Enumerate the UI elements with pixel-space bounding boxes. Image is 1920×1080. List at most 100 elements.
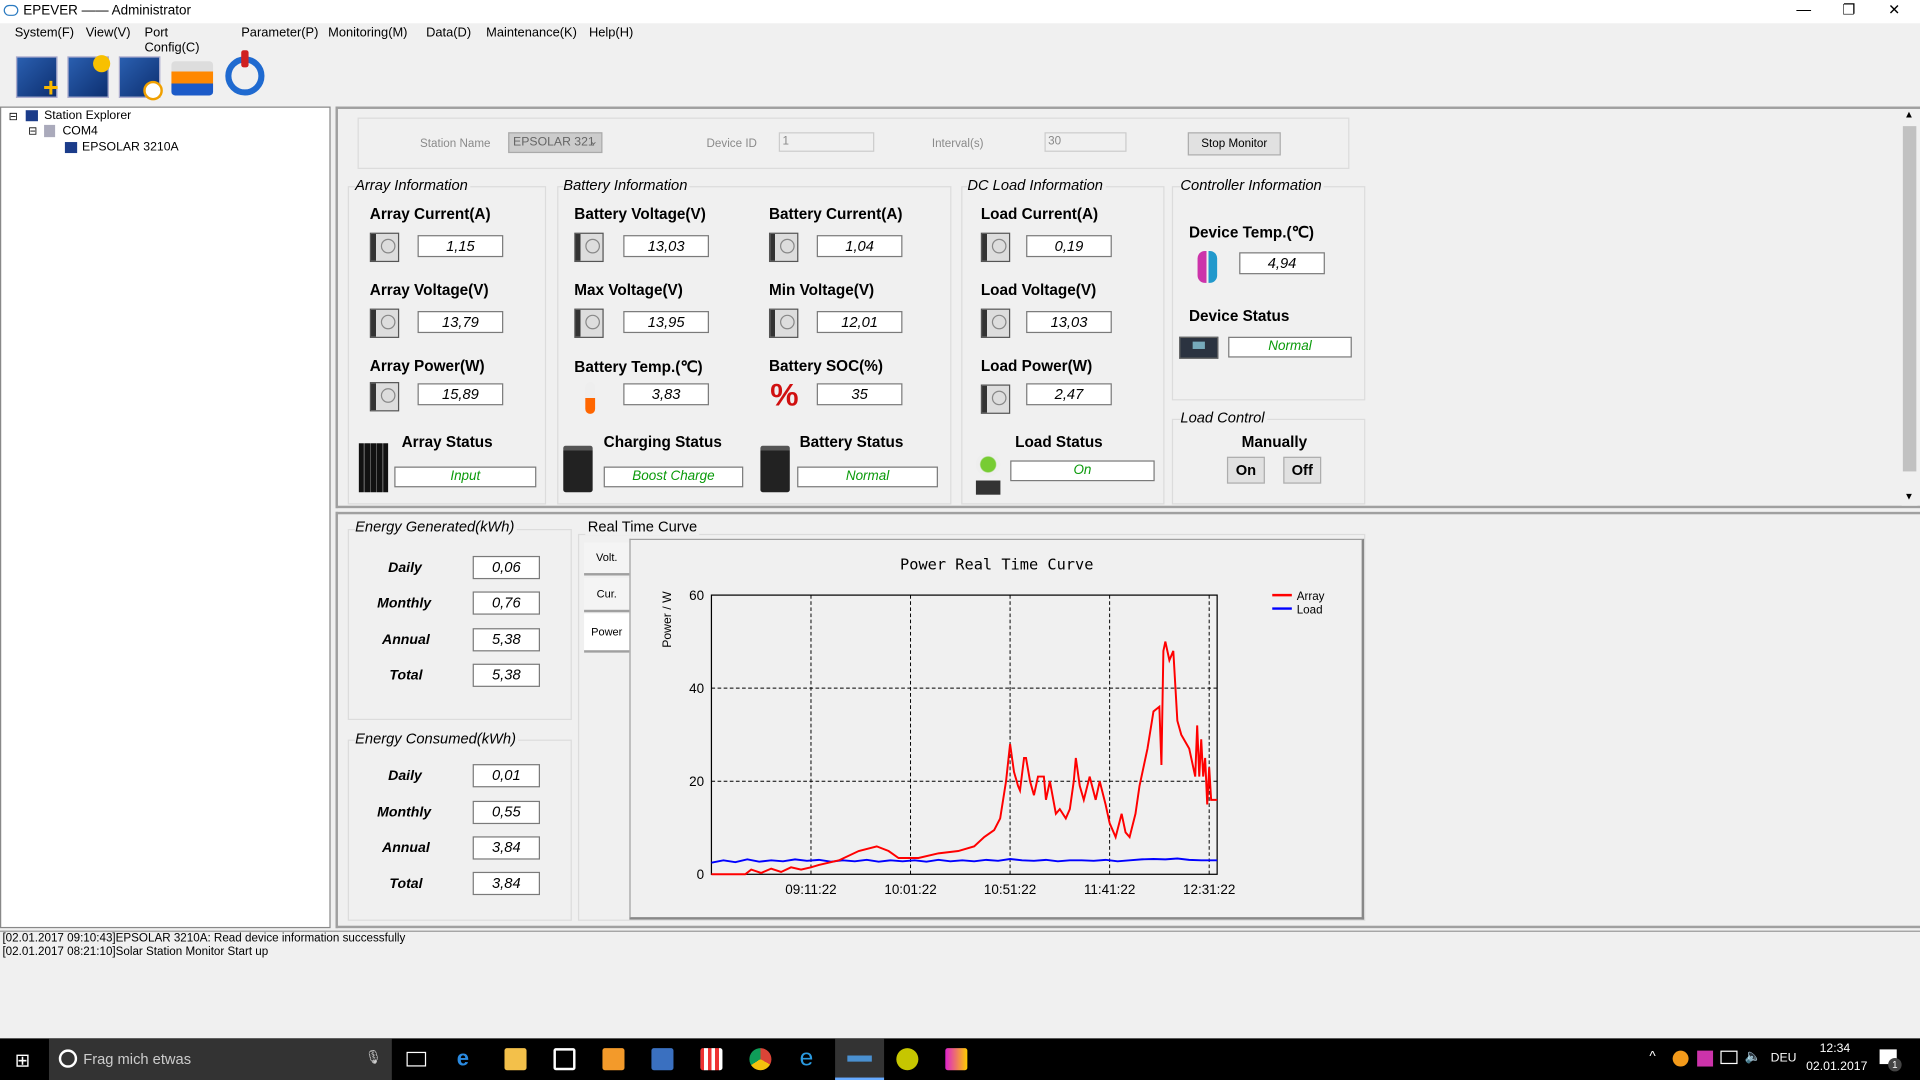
port-icon <box>44 124 56 138</box>
device-id-input[interactable]: 1 <box>778 132 875 152</box>
app-icon[interactable] <box>896 1048 919 1071</box>
con-daily-value: 0,01 <box>472 764 541 788</box>
station-explorer-tree: ⊟ Station Explorer ⊟ COM4 EPSOLAR 3210A <box>0 106 331 929</box>
battery-info-title: Battery Information <box>563 176 690 194</box>
con-monthly-value: 0,55 <box>472 800 541 825</box>
load-power-value: 2,47 <box>1026 383 1112 406</box>
battery-temp-label: Battery Temp.(℃) <box>574 358 703 376</box>
station-name-select[interactable]: EPSOLAR 321 ⌄ <box>508 132 603 154</box>
station-name-value: EPSOLAR 321 <box>513 135 595 150</box>
array-power-value: 15,89 <box>417 383 504 406</box>
collapse-com-icon[interactable]: ⊟ <box>28 125 37 138</box>
scroll-thumb[interactable] <box>1902 126 1917 472</box>
store-icon[interactable] <box>553 1048 576 1071</box>
print-icon[interactable] <box>171 61 214 96</box>
network-icon[interactable] <box>1720 1050 1738 1065</box>
light-bulb-icon <box>975 448 1001 495</box>
tab-current[interactable]: Cur. <box>584 577 630 613</box>
percent-icon: % <box>770 375 799 413</box>
tree-node-device[interactable]: EPSOLAR 3210A <box>82 141 179 154</box>
microphone-icon[interactable]: 🎙 <box>365 1049 382 1066</box>
load-on-button[interactable]: On <box>1226 456 1265 484</box>
tab-voltage[interactable]: Volt. <box>584 542 630 576</box>
device-icon <box>64 142 78 154</box>
stop-monitor-button[interactable]: Stop Monitor <box>1187 132 1281 156</box>
interval-label: Interval(s) <box>931 137 984 151</box>
y-tick-label: 40 <box>689 681 704 696</box>
load-current-label: Load Current(A) <box>980 205 1099 223</box>
volume-icon[interactable]: 🔈 <box>1745 1048 1762 1064</box>
energy-consumed-title: Energy Consumed(kWh) <box>355 729 519 747</box>
array-status-value: Input <box>394 466 537 488</box>
clock-time[interactable]: 12:34 <box>1820 1042 1851 1055</box>
menu-data[interactable]: Data(D) <box>426 26 471 41</box>
wattmeter-icon <box>980 384 1011 414</box>
media-app-icon[interactable] <box>651 1048 674 1071</box>
calendar-app-icon[interactable] <box>700 1048 723 1071</box>
power-icon[interactable] <box>225 50 265 96</box>
add-station-icon[interactable]: + <box>15 56 59 101</box>
con-total-label: Total <box>389 876 423 892</box>
scroll-up-icon[interactable]: ▲ <box>1904 109 1914 120</box>
array-voltage-value: 13,79 <box>417 311 504 334</box>
chrome-icon[interactable] <box>749 1048 772 1071</box>
app-logo-icon <box>3 4 19 16</box>
restore-button[interactable]: ❐ <box>1831 1 1868 18</box>
solar-monitor-icon[interactable] <box>67 55 111 98</box>
tree-node-station-explorer[interactable]: Station Explorer <box>44 109 131 122</box>
menu-system[interactable]: System(F) <box>15 26 74 41</box>
controller-info-title: Controller Information <box>1180 176 1325 194</box>
telekom-icon[interactable] <box>1697 1050 1714 1067</box>
show-hidden-icons[interactable]: ^ <box>1649 1049 1655 1064</box>
menu-view[interactable]: View(V) <box>86 26 131 41</box>
language-indicator[interactable]: DEU <box>1771 1052 1797 1065</box>
battery-current-value: 1,04 <box>816 235 903 258</box>
task-view-icon[interactable] <box>406 1051 427 1067</box>
scrollbar[interactable]: ▲ ▼ <box>1901 108 1918 506</box>
x-tick-label: 10:01:22 <box>884 882 936 897</box>
schedule-icon[interactable] <box>118 56 163 101</box>
energy-generated-title: Energy Generated(kWh) <box>355 517 517 536</box>
ammeter-icon <box>980 232 1011 263</box>
load-control-mode-label: Manually <box>1241 433 1308 451</box>
tab-power[interactable]: Power <box>584 613 630 653</box>
log-entry: [02.01.2017 08:21:10]Solar Station Monit… <box>2 945 269 959</box>
charging-status-value: Boost Charge <box>603 466 744 488</box>
notification-count: 1 <box>1888 1057 1902 1072</box>
fix-app-icon[interactable] <box>945 1048 968 1071</box>
menu-parameter[interactable]: Parameter(P) <box>241 26 318 41</box>
file-explorer-icon[interactable] <box>504 1048 527 1071</box>
menu-monitoring[interactable]: Monitoring(M) <box>328 26 407 41</box>
con-total-value: 3,84 <box>472 871 541 896</box>
battery-icon <box>760 445 790 493</box>
load-off-button[interactable]: Off <box>1283 456 1322 484</box>
legend-label-array: Array <box>1297 590 1325 603</box>
menu-help[interactable]: Help(H) <box>589 26 633 41</box>
clock-date[interactable]: 02.01.2017 <box>1806 1060 1867 1073</box>
y-tick-label: 20 <box>689 774 704 789</box>
legend-label-load: Load <box>1297 603 1323 616</box>
close-button[interactable]: ✕ <box>1876 1 1913 18</box>
gen-annual-label: Annual <box>382 633 430 648</box>
interval-input[interactable]: 30 <box>1044 132 1127 152</box>
media-player-icon[interactable] <box>602 1048 625 1071</box>
load-current-value: 0,19 <box>1026 235 1112 258</box>
plot-area-border <box>710 594 1218 875</box>
minimize-button[interactable]: — <box>1785 1 1822 18</box>
menu-port-config[interactable]: Port Config(C) <box>144 26 199 55</box>
controller-device-icon <box>1179 336 1219 359</box>
search-box[interactable]: Frag mich etwas 🎙 <box>48 1038 392 1080</box>
internet-explorer-icon[interactable]: e <box>800 1044 814 1072</box>
menu-maintenance[interactable]: Maintenance(K) <box>486 26 577 41</box>
epever-taskbar-button[interactable] <box>835 1038 885 1080</box>
edge-icon[interactable]: e <box>457 1046 469 1072</box>
windows-start-icon[interactable]: ⊞ <box>15 1049 30 1072</box>
collapse-root-icon[interactable]: ⊟ <box>9 110 18 123</box>
tray-app-icon[interactable] <box>1672 1050 1689 1067</box>
load-status-value: On <box>1010 460 1155 482</box>
con-annual-value: 3,84 <box>472 836 541 860</box>
tree-node-com4[interactable]: COM4 <box>62 125 97 138</box>
cortana-icon <box>58 1049 78 1068</box>
scroll-down-icon[interactable]: ▼ <box>1904 491 1914 502</box>
load-control-group <box>1171 418 1366 505</box>
